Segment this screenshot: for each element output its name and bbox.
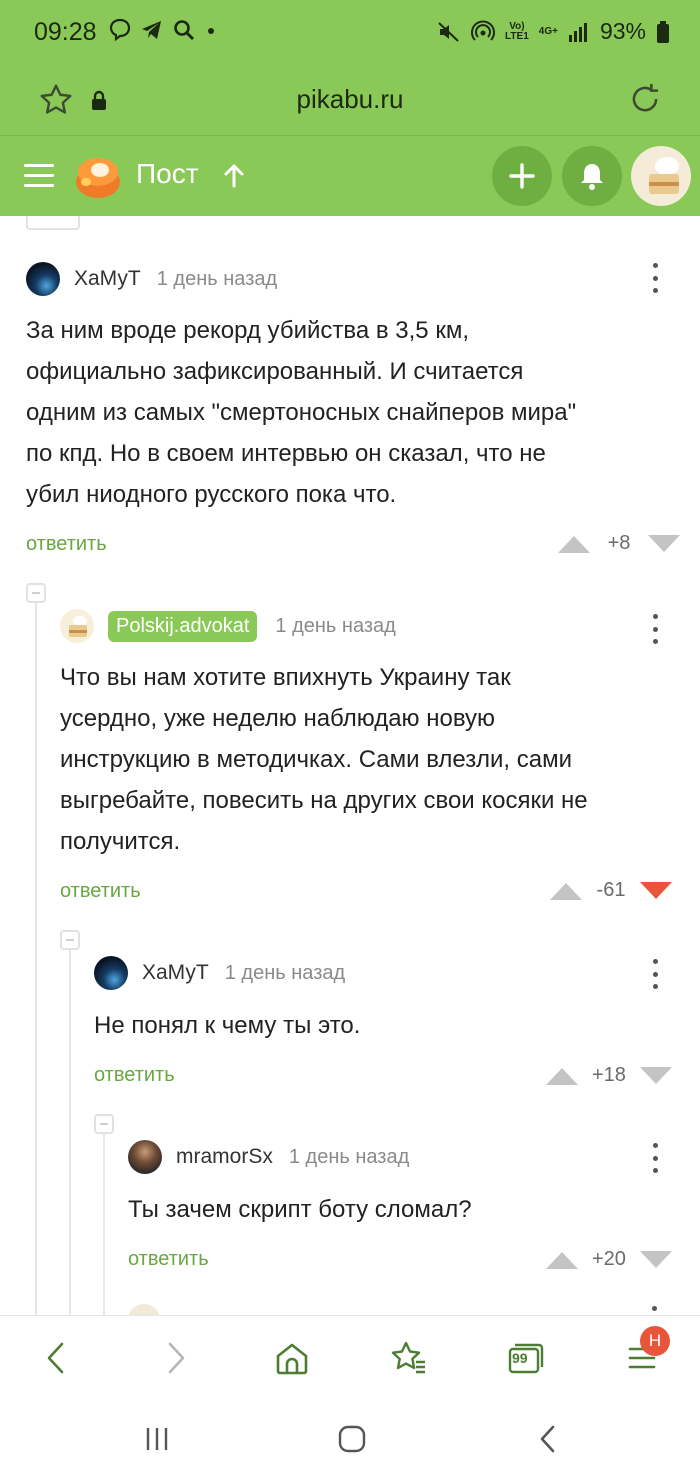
more-options-icon[interactable] xyxy=(651,614,659,644)
forward-icon xyxy=(168,1342,185,1374)
comment-time[interactable]: 1 день назад xyxy=(157,268,277,291)
mute-icon xyxy=(438,21,459,42)
bookmarks-icon xyxy=(391,1341,425,1374)
page-title: Пост xyxy=(136,158,199,189)
home-icon xyxy=(276,1343,308,1375)
kebab-partial xyxy=(652,1306,657,1311)
back-button[interactable] xyxy=(34,1336,78,1380)
signal-icon xyxy=(568,22,587,42)
downvote-icon[interactable] xyxy=(648,534,680,553)
battery-icon xyxy=(657,20,669,43)
recents-button[interactable] xyxy=(137,1422,177,1456)
browser-url-bar: pikabu.ru xyxy=(0,66,700,136)
comment-time[interactable]: 1 день назад xyxy=(275,615,395,638)
home-system-button[interactable] xyxy=(332,1422,372,1456)
comment-time[interactable]: 1 день назад xyxy=(225,962,345,985)
user-avatar[interactable] xyxy=(631,146,691,206)
tabs-count: 99 xyxy=(512,1350,528,1366)
back-system-button[interactable] xyxy=(528,1422,568,1456)
comment-author[interactable]: ХаМуТ xyxy=(74,267,141,291)
downvote-active-icon[interactable] xyxy=(640,881,672,900)
downvote-icon[interactable] xyxy=(639,1250,672,1269)
thread-line xyxy=(69,944,71,1318)
bell-icon xyxy=(581,164,603,190)
comment-time[interactable]: 1 день назад xyxy=(289,1146,409,1169)
avatar-cake-icon xyxy=(649,157,679,194)
url-text[interactable]: pikabu.ru xyxy=(0,84,700,115)
comment-score: +18 xyxy=(592,1064,626,1086)
bookmarks-button[interactable] xyxy=(386,1336,430,1380)
tabs-button[interactable]: 99 xyxy=(504,1336,548,1380)
forward-button[interactable] xyxy=(154,1336,198,1380)
upvote-icon[interactable] xyxy=(546,1251,578,1269)
thread-line xyxy=(35,598,37,1318)
browser-bottom-nav: 99 Н xyxy=(0,1315,700,1400)
tab-edge xyxy=(26,216,80,230)
reload-icon[interactable] xyxy=(626,80,664,118)
comment: ХаМуТ 1 день назад За ним вроде рекорд у… xyxy=(26,261,686,561)
reply-link[interactable]: ответить xyxy=(26,533,107,556)
avatar[interactable] xyxy=(26,262,60,296)
avatar[interactable] xyxy=(128,1140,162,1174)
add-post-button[interactable] xyxy=(492,146,552,206)
battery-percent: 93% xyxy=(599,18,646,44)
reply-link[interactable]: ответить xyxy=(60,880,141,903)
home-button[interactable] xyxy=(270,1336,314,1380)
status-bar: 09:28 Vo) LTE1 4G+ 93% xyxy=(0,0,700,66)
comment-text: Ты зачем скрипт боту сломал? xyxy=(128,1196,472,1223)
net-gen: 4G+ xyxy=(538,25,558,37)
viber-icon xyxy=(109,18,131,42)
net-volte: Vo) xyxy=(509,20,525,32)
downvote-icon[interactable] xyxy=(639,1066,672,1085)
comment-text: Что вы нам хотите впихнуть Украину так у… xyxy=(60,664,588,855)
thread-line xyxy=(103,1128,105,1318)
comment-text: За ним вроде рекорд убийства в 3,5 км, о… xyxy=(26,317,577,508)
hotspot-icon xyxy=(471,20,496,41)
collapse-button[interactable] xyxy=(94,1114,114,1134)
dot-icon xyxy=(208,28,214,34)
status-time: 09:28 xyxy=(34,18,97,46)
comment-score: +20 xyxy=(592,1248,626,1270)
comment: ХаМуТ 1 день назад Не понял к чему ты эт… xyxy=(94,955,686,1095)
back-icon xyxy=(47,1342,64,1374)
more-options-icon[interactable] xyxy=(651,959,659,989)
comment-text: Не понял к чему ты это. xyxy=(94,1012,361,1039)
system-nav-bar xyxy=(0,1400,700,1478)
collapse-button[interactable] xyxy=(26,583,46,603)
recents-icon xyxy=(146,1428,168,1450)
comment-score: -61 xyxy=(596,879,626,901)
comment: mramorSx 1 день назад Ты зачем скрипт бо… xyxy=(128,1139,686,1279)
upvote-icon[interactable] xyxy=(546,1067,578,1085)
arrow-up-icon[interactable] xyxy=(222,162,246,190)
notifications-button[interactable] xyxy=(562,146,622,206)
reply-link[interactable]: ответить xyxy=(128,1248,209,1271)
pikabu-logo-icon[interactable] xyxy=(74,152,122,200)
collapse-button[interactable] xyxy=(60,930,80,950)
comment-author[interactable]: Polskij.advokat xyxy=(108,610,258,642)
reply-link[interactable]: ответить xyxy=(94,1064,175,1087)
upvote-icon[interactable] xyxy=(550,882,582,900)
net-lte: LTE1 xyxy=(505,30,529,42)
avatar[interactable] xyxy=(60,609,94,643)
menu-badge: Н xyxy=(640,1326,670,1356)
more-options-icon[interactable] xyxy=(651,263,659,293)
back-system-icon xyxy=(540,1425,555,1453)
home-system-icon xyxy=(338,1425,366,1453)
upvote-icon[interactable] xyxy=(558,535,590,553)
comment-author[interactable]: mramorSx xyxy=(176,1145,273,1169)
comment-author[interactable]: ХаМуТ xyxy=(142,961,209,985)
next-comment-partial xyxy=(126,1300,666,1316)
comment-score: +8 xyxy=(607,532,631,554)
more-options-icon[interactable] xyxy=(651,1143,659,1173)
telegram-icon xyxy=(142,21,161,39)
site-header: Пост xyxy=(0,136,700,216)
search-icon xyxy=(174,20,195,41)
avatar[interactable] xyxy=(94,956,128,990)
avatar-cake-icon xyxy=(69,616,87,637)
menu-burger-icon[interactable] xyxy=(24,164,54,188)
plus-icon xyxy=(509,163,535,189)
comment: Polskij.advokat 1 день назад Что вы нам … xyxy=(60,608,686,908)
